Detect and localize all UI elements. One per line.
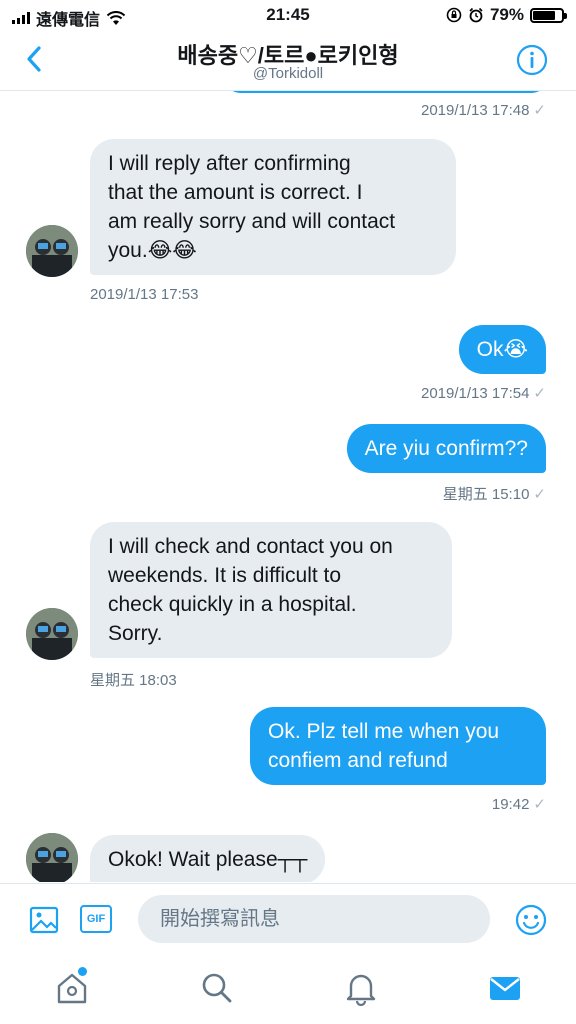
message-input[interactable] (138, 895, 490, 943)
battery-icon (530, 7, 567, 23)
message-text: Ok😭 (476, 338, 528, 361)
mail-icon[interactable] (487, 970, 523, 1006)
message-bubble-outgoing[interactable]: Are yiu confirm?? (346, 424, 546, 473)
message-text: Sorry. (108, 622, 163, 645)
notification-dot (78, 967, 87, 976)
message-timestamp: 2019/1/13 17:48 ✓ (420, 102, 546, 119)
avatar-image (26, 225, 78, 277)
message-text: weekends. It is difficult to (108, 564, 342, 587)
message-text: I will reply after confirming (108, 152, 351, 175)
avatar[interactable] (26, 608, 78, 660)
message-timestamp: 2019/1/13 17:54 ✓ (420, 385, 546, 402)
message-bubble-outgoing[interactable]: Ok. Plz tell me when you confiem and ref… (250, 707, 546, 785)
message-text: I will check and contact you on (108, 535, 393, 558)
search-icon[interactable] (199, 970, 235, 1006)
tab-bar (0, 955, 576, 1024)
battery-percent: 79% (489, 5, 524, 24)
message-thread[interactable]: 2019/1/13 17:48 ✓ I will reply after conf… (0, 91, 576, 882)
message-text: confiem and refund (268, 749, 448, 772)
message-timestamp: 星期五 15:10 ✓ (442, 486, 546, 503)
emoji-icon[interactable] (514, 903, 548, 937)
message-text: am really sorry and will contact (108, 210, 396, 233)
message-text: that the amount is correct. I (108, 181, 363, 204)
message-bubble-incoming[interactable]: I will check and contact you on weekends… (90, 522, 452, 658)
gif-icon[interactable]: GIF (80, 905, 112, 933)
message-bubble-outgoing[interactable]: Ok😭 (458, 325, 546, 374)
status-bar: 遠傳電信 21:45 79% (0, 0, 576, 30)
avatar[interactable] (26, 833, 78, 882)
image-icon[interactable] (28, 904, 60, 936)
message-text: Okok! Wait please┬┬ (108, 848, 308, 871)
message-timestamp: 星期五 18:03 (90, 672, 177, 689)
info-icon[interactable] (516, 44, 548, 76)
message-bubble-incoming[interactable]: Okok! Wait please┬┬ (90, 835, 326, 882)
bell-icon[interactable] (343, 970, 379, 1006)
message-composer: GIF (0, 883, 576, 956)
alarm-icon (469, 7, 483, 23)
message-bubble-incoming[interactable]: I will reply after confirming that the a… (90, 139, 456, 275)
message-text: you.😂😂 (108, 239, 197, 262)
message-timestamp: 2019/1/13 17:53 (90, 286, 199, 303)
message-text: Ok. Plz tell me when you (268, 720, 500, 743)
conversation-header: 배송중♡/토르●로키인형 @Torkidoll (0, 30, 576, 91)
avatar-image (26, 608, 78, 660)
message-text: Are yiu confirm?? (364, 437, 528, 460)
previous-message-bubble[interactable] (226, 91, 546, 93)
message-timestamp: 19:42 ✓ (491, 796, 546, 813)
contact-handle[interactable]: @Torkidoll (0, 65, 576, 82)
message-text: check quickly in a hospital. (108, 593, 357, 616)
rotation-lock-icon (446, 7, 462, 23)
avatar-image (26, 833, 78, 882)
avatar[interactable] (26, 225, 78, 277)
